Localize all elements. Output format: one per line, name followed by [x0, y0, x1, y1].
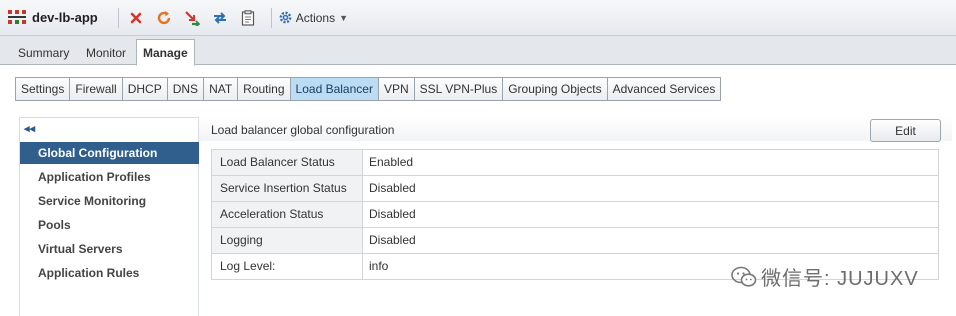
subtab-settings[interactable]: Settings — [16, 78, 71, 100]
app-icon — [8, 9, 26, 26]
actions-menu[interactable]: Actions ▼ — [278, 10, 348, 25]
page-title: Load balancer global configuration — [211, 123, 395, 137]
gear-icon — [279, 11, 292, 24]
migrate-icon[interactable] — [181, 7, 203, 29]
subtab-nat[interactable]: NAT — [204, 78, 239, 100]
tab-monitor[interactable]: Monitor — [86, 41, 126, 65]
refresh-icon[interactable] — [153, 7, 175, 29]
watermark-text: 微信号: JUJUXV — [761, 268, 919, 290]
toolbar-divider — [270, 7, 272, 28]
sidebar-item-global-configuration[interactable]: Global Configuration — [20, 142, 199, 164]
subtab-dhcp[interactable]: DHCP — [122, 78, 168, 100]
tab-summary[interactable]: Summary — [18, 41, 69, 65]
subtab-vpn[interactable]: VPN — [378, 78, 415, 100]
watermark: 微信号: JUJUXV — [731, 262, 919, 291]
table-row: Load Balancer Status Enabled — [212, 150, 939, 176]
row-value: Enabled — [363, 150, 939, 175]
collapse-icon[interactable]: ◂◂ — [24, 122, 35, 135]
row-key: Acceleration Status — [212, 202, 363, 227]
clipboard-icon[interactable] — [237, 7, 259, 29]
title-toolbar: dev-lb-app Actions ▼ — [0, 0, 956, 36]
sync-icon[interactable] — [209, 7, 231, 29]
top-tabs: Summary Monitor Manage — [0, 36, 956, 66]
sidebar-item-application-rules[interactable]: Application Rules — [20, 262, 199, 284]
table-row: Acceleration Status Disabled — [212, 202, 939, 228]
row-key: Service Insertion Status — [212, 176, 363, 201]
wechat-icon — [731, 266, 757, 287]
subtab-routing[interactable]: Routing — [238, 78, 291, 100]
sidebar: ◂◂ Global Configuration Application Prof… — [19, 117, 199, 316]
row-key: Logging — [212, 228, 363, 253]
subtab-load-balancer[interactable]: Load Balancer — [290, 78, 379, 100]
edit-button[interactable]: Edit — [870, 119, 941, 142]
row-key: Load Balancer Status — [212, 150, 363, 175]
row-value: Disabled — [363, 228, 939, 253]
sidebar-item-virtual-servers[interactable]: Virtual Servers — [20, 238, 199, 260]
table-row: Logging Disabled — [212, 228, 939, 254]
subtab-grouping-objects[interactable]: Grouping Objects — [503, 78, 608, 100]
subtab-ssl-vpn-plus[interactable]: SSL VPN-Plus — [414, 78, 504, 100]
sidebar-item-service-monitoring[interactable]: Service Monitoring — [20, 190, 199, 212]
subtab-firewall[interactable]: Firewall — [70, 78, 123, 100]
subtab-dns[interactable]: DNS — [167, 78, 205, 100]
table-row: Service Insertion Status Disabled — [212, 176, 939, 202]
delete-icon[interactable] — [125, 7, 147, 29]
sidebar-item-application-profiles[interactable]: Application Profiles — [20, 166, 199, 188]
sidebar-item-pools[interactable]: Pools — [20, 214, 199, 236]
sub-tabs: Settings Firewall DHCP DNS NAT Routing L… — [15, 77, 722, 101]
actions-label: Actions — [295, 10, 336, 25]
panel-header: Load balancer global configuration Edit — [199, 117, 952, 142]
toolbar-divider — [117, 7, 119, 28]
row-key: Log Level: — [212, 254, 363, 279]
app-title: dev-lb-app — [32, 10, 98, 25]
row-value: Disabled — [363, 176, 939, 201]
subtab-advanced-services[interactable]: Advanced Services — [607, 78, 721, 100]
tab-manage[interactable]: Manage — [136, 39, 195, 66]
config-table: Load Balancer Status Enabled Service Ins… — [211, 149, 939, 280]
chevron-down-icon: ▼ — [339, 12, 349, 23]
row-value: Disabled — [363, 202, 939, 227]
